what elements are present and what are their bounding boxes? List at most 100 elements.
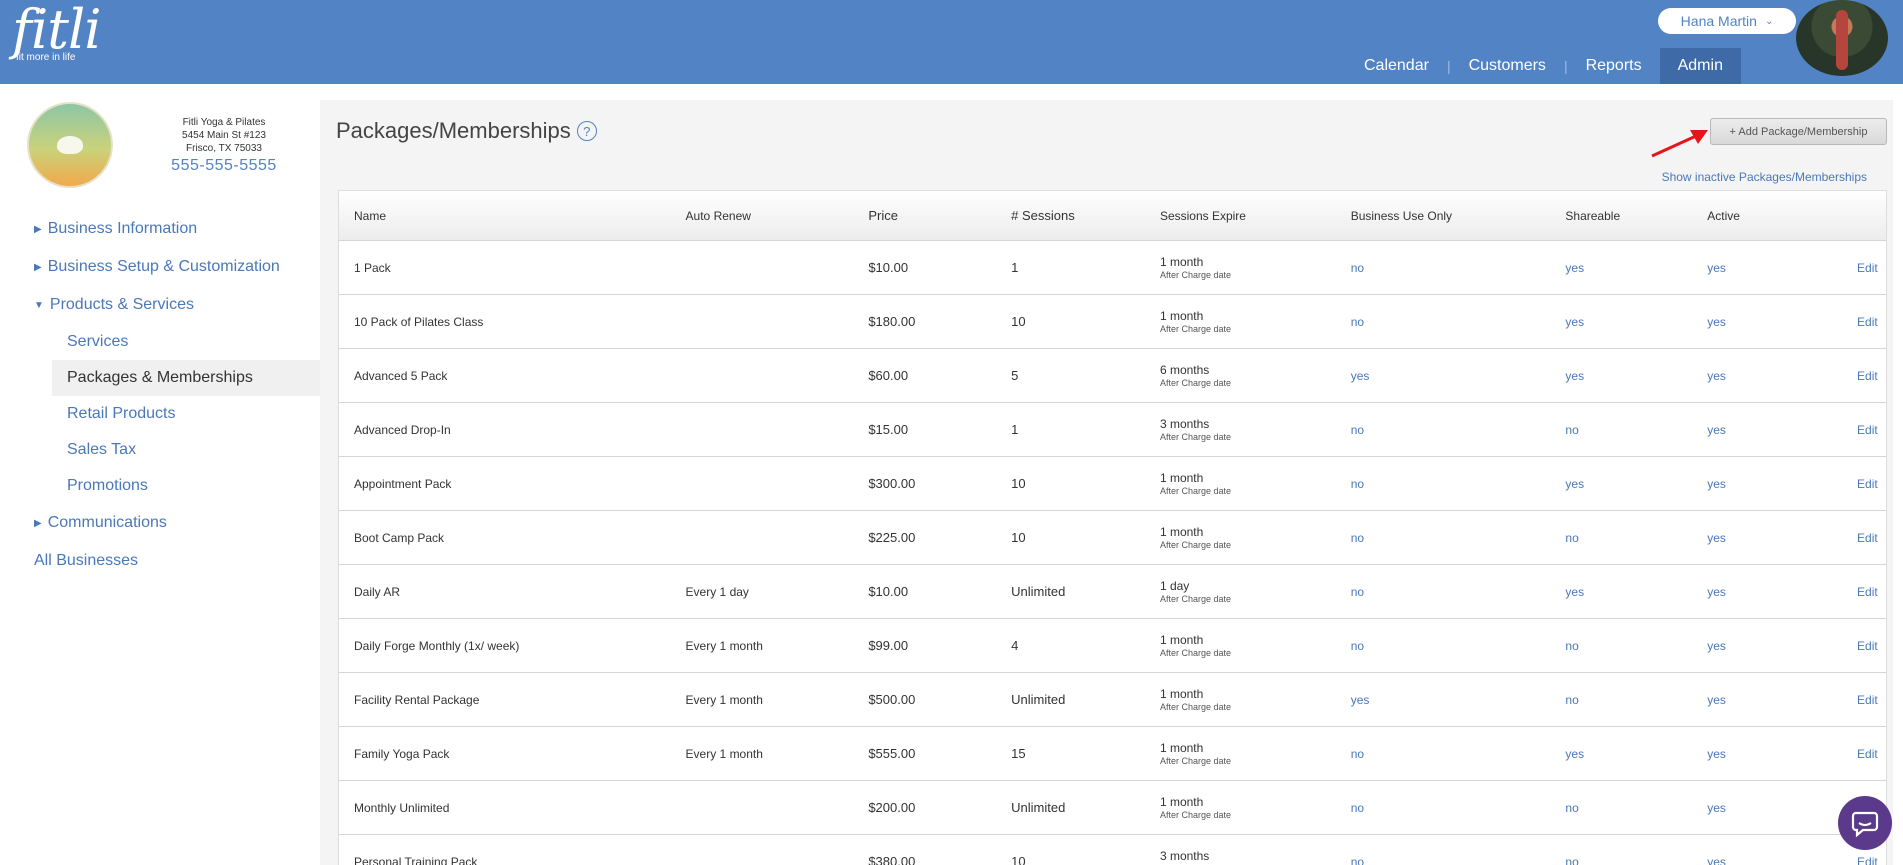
cell-shareable[interactable]: no — [1550, 531, 1692, 545]
edit-link[interactable]: Edit — [1842, 315, 1886, 329]
sidebar-nav: ▶ Business Information ▶ Business Setup … — [0, 210, 320, 580]
cell-active[interactable]: yes — [1692, 477, 1842, 491]
nav-calendar[interactable]: Calendar — [1346, 48, 1447, 84]
sidebar-item-communications[interactable]: ▶ Communications — [0, 504, 320, 542]
cell-price: $380.00 — [868, 854, 916, 865]
cell-shareable[interactable]: yes — [1550, 315, 1692, 329]
sidebar-subitem-services[interactable]: Services — [0, 324, 320, 360]
cell-active[interactable]: yes — [1692, 423, 1842, 437]
cell-name: Advanced Drop-In — [354, 422, 451, 437]
cell-business-use-only[interactable]: yes — [1336, 693, 1551, 707]
col-header-sessions[interactable]: # Sessions — [996, 208, 1145, 223]
expire-value: 1 month — [1159, 687, 1204, 701]
sidebar-subitem-retail-products[interactable]: Retail Products — [0, 396, 320, 432]
business-phone[interactable]: 555-555-5555 — [150, 158, 298, 174]
cell-business-use-only[interactable]: no — [1336, 855, 1551, 865]
add-package-membership-button[interactable]: + Add Package/Membership — [1710, 118, 1887, 145]
cell-price: $180.00 — [868, 314, 916, 329]
cell-shareable[interactable]: no — [1550, 423, 1692, 437]
col-header-auto-renew[interactable]: Auto Renew — [671, 209, 854, 223]
sidebar-subitem-sales-tax[interactable]: Sales Tax — [0, 432, 320, 468]
user-name: Hana Martin — [1680, 13, 1757, 29]
cell-business-use-only[interactable]: no — [1336, 531, 1551, 545]
cell-active[interactable]: yes — [1692, 855, 1842, 865]
cell-business-use-only[interactable]: no — [1336, 477, 1551, 491]
cell-shareable[interactable]: yes — [1550, 369, 1692, 383]
sidebar-subitem-packages-memberships[interactable]: Packages & Memberships — [52, 360, 320, 396]
sidebar-subitem-promotions[interactable]: Promotions — [0, 468, 320, 504]
avatar[interactable] — [1796, 0, 1888, 76]
col-header-business-use-only[interactable]: Business Use Only — [1336, 209, 1551, 223]
cell-business-use-only[interactable]: no — [1336, 747, 1551, 761]
cell-active[interactable]: yes — [1692, 693, 1842, 707]
cell-price: $500.00 — [868, 692, 916, 707]
cell-shareable[interactable]: no — [1550, 801, 1692, 815]
edit-link[interactable]: Edit — [1842, 693, 1886, 707]
sidebar-item-business-setup[interactable]: ▶ Business Setup & Customization — [0, 248, 320, 286]
sidebar-item-products-services[interactable]: ▼ Products & Services — [0, 286, 320, 324]
cell-name: Advanced 5 Pack — [354, 368, 448, 383]
cell-active[interactable]: yes — [1692, 747, 1842, 761]
cell-sessions-expire: 1 month After Charge date — [1145, 525, 1336, 550]
cell-business-use-only[interactable]: no — [1336, 639, 1551, 653]
chat-button[interactable] — [1838, 796, 1892, 850]
show-inactive-link[interactable]: Show inactive Packages/Memberships — [1662, 170, 1867, 184]
cell-business-use-only[interactable]: no — [1336, 315, 1551, 329]
col-header-name[interactable]: Name — [339, 209, 671, 223]
edit-link[interactable]: Edit — [1842, 477, 1886, 491]
cell-sessions: 4 — [1011, 638, 1019, 653]
cell-active[interactable]: yes — [1692, 639, 1842, 653]
cell-active[interactable]: yes — [1692, 531, 1842, 545]
table-row: Personal Training Pack $380.00 10 3 monthsA… — [339, 835, 1886, 865]
business-name: Fitli Yoga & Pilates — [182, 117, 266, 128]
cell-shareable[interactable]: yes — [1550, 261, 1692, 275]
expire-value: 1 month — [1159, 471, 1204, 485]
edit-link[interactable]: Edit — [1842, 423, 1886, 437]
cell-shareable[interactable]: yes — [1550, 747, 1692, 761]
question-circle-icon[interactable]: ? — [576, 121, 597, 141]
cell-active[interactable]: yes — [1692, 585, 1842, 599]
col-header-active[interactable]: Active — [1692, 209, 1842, 223]
cell-active[interactable]: yes — [1692, 261, 1842, 275]
cell-price: $555.00 — [868, 746, 916, 761]
cell-name: Appointment Pack — [354, 476, 452, 491]
cell-active[interactable]: yes — [1692, 801, 1842, 815]
business-info: Fitli Yoga & Pilates 5454 Main St #123 F… — [150, 116, 298, 174]
nav-customers[interactable]: Customers — [1451, 48, 1564, 84]
sidebar-item-all-businesses[interactable]: All Businesses — [0, 542, 320, 580]
fitli-logo[interactable]: fitli fit more in life — [12, 0, 101, 64]
cell-active[interactable]: yes — [1692, 369, 1842, 383]
logo-wordmark: fitli — [12, 0, 101, 61]
cell-shareable[interactable]: yes — [1550, 477, 1692, 491]
edit-link[interactable]: Edit — [1842, 369, 1886, 383]
cell-auto-renew: Every 1 month — [685, 746, 763, 761]
cell-business-use-only[interactable]: no — [1336, 423, 1551, 437]
cell-business-use-only[interactable]: no — [1336, 801, 1551, 815]
user-menu-button[interactable]: Hana Martin ⌄ — [1658, 8, 1796, 34]
cell-business-use-only[interactable]: no — [1336, 585, 1551, 599]
cell-shareable[interactable]: no — [1550, 639, 1692, 653]
edit-link[interactable]: Edit — [1842, 855, 1886, 865]
cell-sessions-expire: 1 month After Charge date — [1145, 471, 1336, 496]
cell-shareable[interactable]: yes — [1550, 585, 1692, 599]
cell-active[interactable]: yes — [1692, 315, 1842, 329]
cell-business-use-only[interactable]: no — [1336, 261, 1551, 275]
cell-sessions-expire: 1 month After Charge date — [1145, 795, 1336, 820]
col-header-sessions-expire[interactable]: Sessions Expire — [1145, 209, 1336, 223]
cell-shareable[interactable]: no — [1550, 693, 1692, 707]
cell-business-use-only[interactable]: yes — [1336, 369, 1551, 383]
col-header-shareable[interactable]: Shareable — [1550, 209, 1692, 223]
cell-shareable[interactable]: no — [1550, 855, 1692, 865]
nav-reports[interactable]: Reports — [1568, 48, 1660, 84]
edit-link[interactable]: Edit — [1842, 585, 1886, 599]
edit-link[interactable]: Edit — [1842, 261, 1886, 275]
main-nav: Calendar | Customers | Reports Admin — [1346, 48, 1741, 84]
edit-link[interactable]: Edit — [1842, 531, 1886, 545]
sidebar-item-business-information[interactable]: ▶ Business Information — [0, 210, 320, 248]
col-header-price[interactable]: Price — [853, 208, 996, 223]
expire-note: After Charge date — [1159, 324, 1231, 334]
table-row: Family Yoga Pack Every 1 month $555.00 15 1 … — [339, 727, 1886, 781]
edit-link[interactable]: Edit — [1842, 639, 1886, 653]
edit-link[interactable]: Edit — [1842, 747, 1886, 761]
nav-admin[interactable]: Admin — [1659, 48, 1741, 84]
